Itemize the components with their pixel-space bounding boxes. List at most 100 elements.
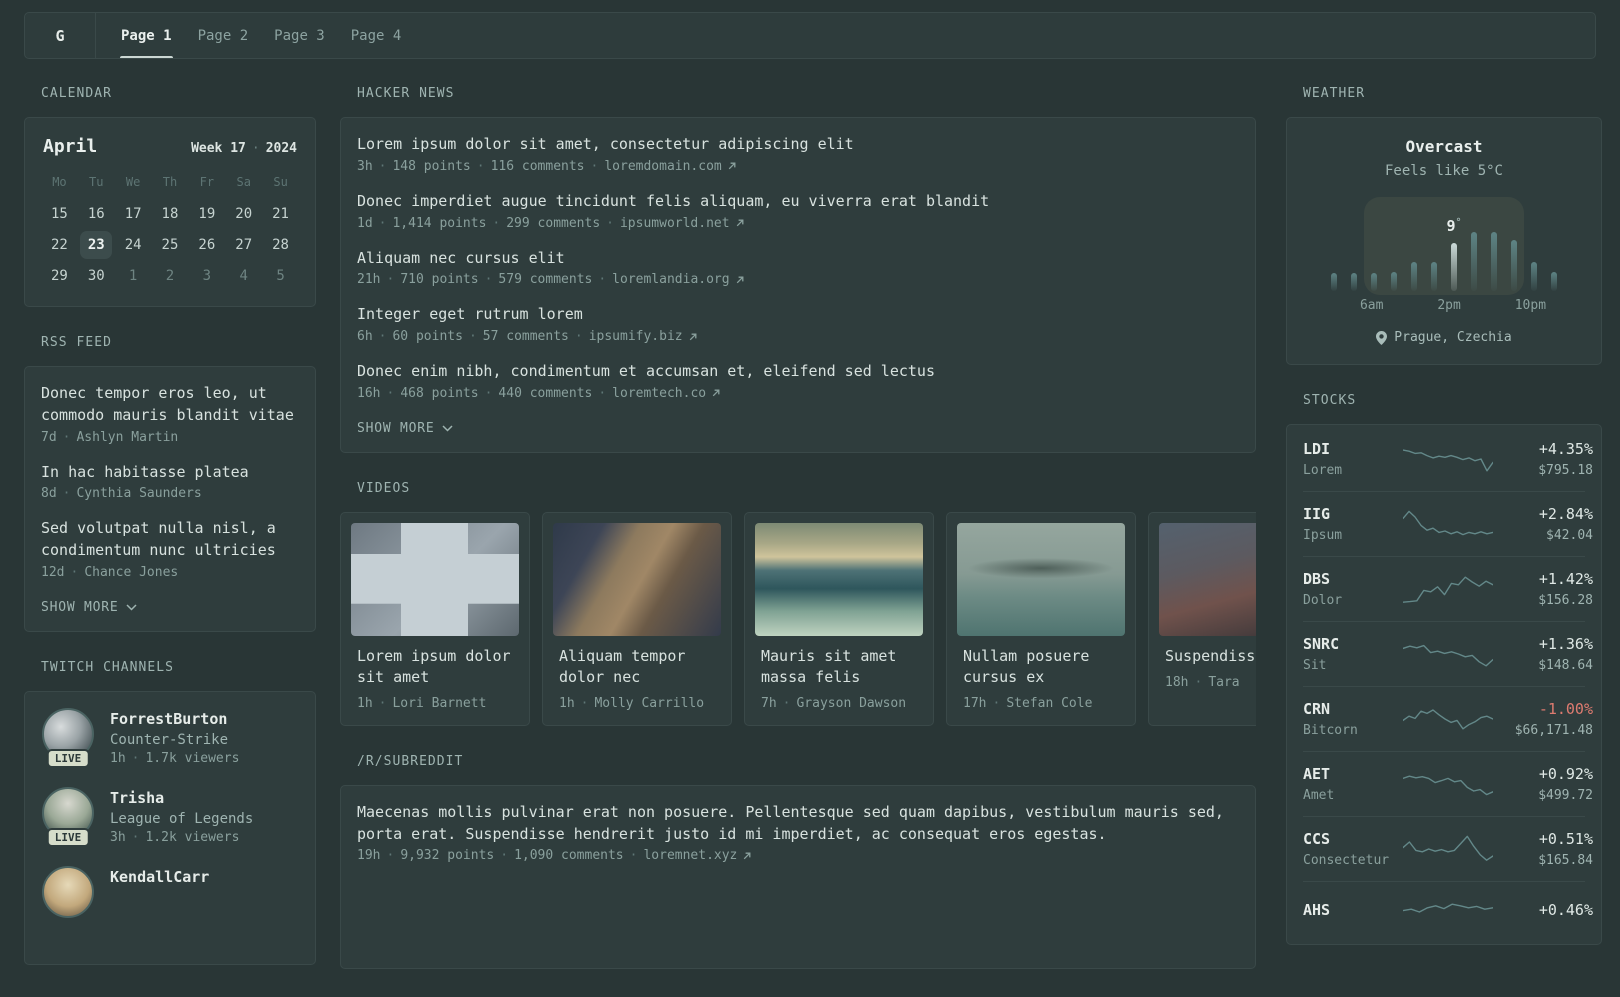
tab-page-3[interactable]: Page 3	[261, 13, 338, 58]
stock-row-ahs[interactable]: AHS +0.46%	[1303, 881, 1593, 942]
hackernews-item-title[interactable]: Aliquam nec cursus elit	[357, 248, 1239, 270]
video-thumbnail-canoe-in-fog[interactable]	[957, 522, 1125, 636]
rss-item-title[interactable]: Sed volutpat nulla nisl, a condimentum n…	[41, 518, 299, 562]
video-thumbnail-camera-in-hands[interactable]	[553, 522, 721, 636]
calendar-day-number: 3	[202, 268, 212, 284]
stock-symbol: AHS	[1303, 900, 1331, 919]
item-comments: 116 comments	[490, 158, 585, 174]
video-thumbnail-foggy-figure[interactable]	[1159, 522, 1256, 636]
item-age: 12d	[41, 564, 65, 580]
subreddit-post: Maecenas mollis pulvinar erat non posuer…	[357, 802, 1239, 864]
stock-name: Amet	[1303, 788, 1335, 803]
weather-time-spacer	[1383, 298, 1401, 313]
external-link-icon	[736, 219, 744, 227]
video-card[interactable]: Lorem ipsum dolor sit amet consectetu… 1h…	[340, 511, 530, 726]
meta-separator: ·	[378, 329, 387, 344]
current-temperature: 9°	[1446, 217, 1462, 235]
video-card[interactable]: Aliquam tempor dolor nec pharetra… 1h · Mol…	[542, 511, 732, 726]
calendar-day-number: 29	[50, 268, 68, 284]
video-channel: Grayson Dawson	[796, 695, 907, 711]
video-title[interactable]: Suspendisse diam	[1165, 646, 1256, 667]
source-link[interactable]: loremdomain.com	[604, 159, 721, 174]
source-link[interactable]: ipsumworld.net	[620, 216, 730, 231]
show-more-label: SHOW MORE	[357, 420, 435, 436]
calendar-day-number: 1	[128, 268, 138, 284]
stock-chart	[1403, 702, 1493, 736]
channel-name[interactable]: ForrestBurton	[110, 710, 239, 728]
video-title[interactable]: Aliquam tempor dolor nec pharetra…	[559, 646, 715, 688]
video-thumbnail-memorial-pillars-sky[interactable]	[351, 522, 519, 636]
hackernews-show-more-button[interactable]: SHOW MORE	[357, 421, 453, 436]
rss-item-title[interactable]: Donec tempor eros leo, ut commodo mauris…	[41, 383, 299, 427]
source-link[interactable]: loremtech.co	[612, 386, 706, 401]
twitch-card: LIVE ForrestBurton Counter-Strike 1h · 1.7k v…	[24, 690, 316, 965]
hackernews-item-title[interactable]: Integer eget rutrum lorem	[357, 304, 1239, 326]
hackernews-item-meta: 6h · 60 points · 57 comments · ipsumify.biz	[357, 329, 1239, 344]
stock-change: +0.46%	[1538, 900, 1593, 919]
middle-column: HACKER NEWS Lorem ipsum dolor sit amet, …	[340, 86, 1256, 997]
app-logo[interactable]: G	[25, 13, 96, 58]
twitch-items: LIVE ForrestBurton Counter-Strike 1h · 1.7k v…	[41, 707, 299, 924]
item-points: 468 points	[400, 385, 479, 401]
tab-page-4[interactable]: Page 4	[338, 13, 415, 58]
external-link-icon	[744, 852, 751, 860]
hackernews-item-meta: 16h · 468 points · 440 comments · loremtech.co	[357, 386, 1239, 401]
stock-sparkline	[1403, 775, 1493, 796]
stock-chart	[1403, 895, 1493, 929]
hackernews-item-title[interactable]: Donec imperdiet augue tincidunt felis al…	[357, 191, 1239, 213]
stock-row-crn[interactable]: CRN Bitcorn -1.00% $66,171.48	[1303, 686, 1593, 751]
stock-row-ccs[interactable]: CCS Consectetur +0.51% $165.84	[1303, 816, 1593, 881]
hackernews-item-title[interactable]: Donec enim nibh, condimentum et accumsan…	[357, 361, 1239, 383]
tab-page-1[interactable]: Page 1	[108, 13, 185, 58]
hackernews-item: Donec imperdiet augue tincidunt felis al…	[357, 191, 1239, 231]
stock-values: +2.84% $42.04	[1493, 505, 1593, 543]
calendar-day-number: 28	[272, 237, 289, 253]
video-title[interactable]: Nullam posuere cursus ex	[963, 646, 1119, 688]
source-link[interactable]: ipsumify.biz	[589, 329, 683, 344]
tab-page-2[interactable]: Page 2	[185, 13, 262, 58]
item-points: 148 points	[392, 158, 471, 174]
channel-info: Trisha League of Legends 3h · 1.2k viewers	[110, 787, 253, 845]
stock-change: +4.35%	[1538, 440, 1593, 458]
location-pin-icon	[1376, 330, 1388, 345]
rss-show-more-button[interactable]: SHOW MORE	[41, 600, 137, 615]
video-card[interactable]: Suspendisse diam 18h · Tara	[1148, 511, 1256, 726]
calendar-week: Week 17 · 2024	[191, 141, 297, 156]
channel-avatar: LIVE	[41, 707, 95, 768]
calendar-day-number: 15	[50, 206, 68, 222]
item-comments: 440 comments	[498, 385, 593, 401]
stock-row-dbs[interactable]: DBS Dolor +1.42% $156.28	[1303, 556, 1593, 621]
stock-values: +1.42% $156.28	[1493, 570, 1593, 608]
channel-name[interactable]: Trisha	[110, 789, 253, 807]
stock-row-snrc[interactable]: SNRC Sit +1.36% $148.64	[1303, 621, 1593, 686]
external-link-icon	[712, 389, 720, 397]
stock-price: $795.18	[1538, 463, 1593, 478]
meta-separator: ·	[476, 158, 485, 174]
video-title[interactable]: Lorem ipsum dolor sit amet consectetu…	[357, 646, 513, 688]
weather-widget: WEATHER Overcast Feels like 5°C 9° 6am 2p…	[1286, 86, 1602, 365]
post-title[interactable]: Maecenas mollis pulvinar erat non posuer…	[357, 802, 1239, 846]
twitch-channel-item[interactable]: LIVE Trisha League of Legends 3h · 1.2k viewe…	[41, 786, 299, 847]
video-card[interactable]: Mauris sit amet massa felis 7h · Grayson Da…	[744, 511, 934, 726]
twitch-channel-item[interactable]: KendallCarr	[41, 865, 299, 924]
stock-row-ldi[interactable]: LDI Lorem +4.35% $795.18	[1303, 427, 1593, 491]
calendar-day: 21	[262, 200, 299, 228]
item-age: 16h	[357, 385, 381, 401]
stocks-card: LDI Lorem +4.35% $795.18 IIG Ipsum +2.84% $42.0…	[1286, 424, 1602, 945]
video-thumbnail-sea-boat-wake[interactable]	[755, 522, 923, 636]
separator-dot: ·	[251, 141, 260, 156]
rss-item-title[interactable]: In hac habitasse platea	[41, 462, 299, 484]
stock-row-aet[interactable]: AET Amet +0.92% $499.72	[1303, 751, 1593, 816]
hackernews-item-title[interactable]: Lorem ipsum dolor sit amet, consectetur …	[357, 134, 1239, 156]
weather-location-label: Prague, Czechia	[1394, 330, 1512, 345]
video-card[interactable]: Nullam posuere cursus ex 17h · Stefan Cole	[946, 511, 1136, 726]
channel-name[interactable]: KendallCarr	[110, 868, 209, 886]
video-title[interactable]: Mauris sit amet massa felis	[761, 646, 917, 688]
weather-bar	[1491, 232, 1497, 291]
channel-avatar	[41, 865, 95, 924]
stock-row-iig[interactable]: IIG Ipsum +2.84% $42.04	[1303, 491, 1593, 556]
twitch-channel-item[interactable]: LIVE ForrestBurton Counter-Strike 1h · 1.7k v…	[41, 707, 299, 768]
source-link[interactable]: loremnet.xyz	[643, 848, 737, 863]
stock-symbol: LDI	[1303, 440, 1331, 458]
source-link[interactable]: loremlandia.org	[612, 272, 729, 287]
